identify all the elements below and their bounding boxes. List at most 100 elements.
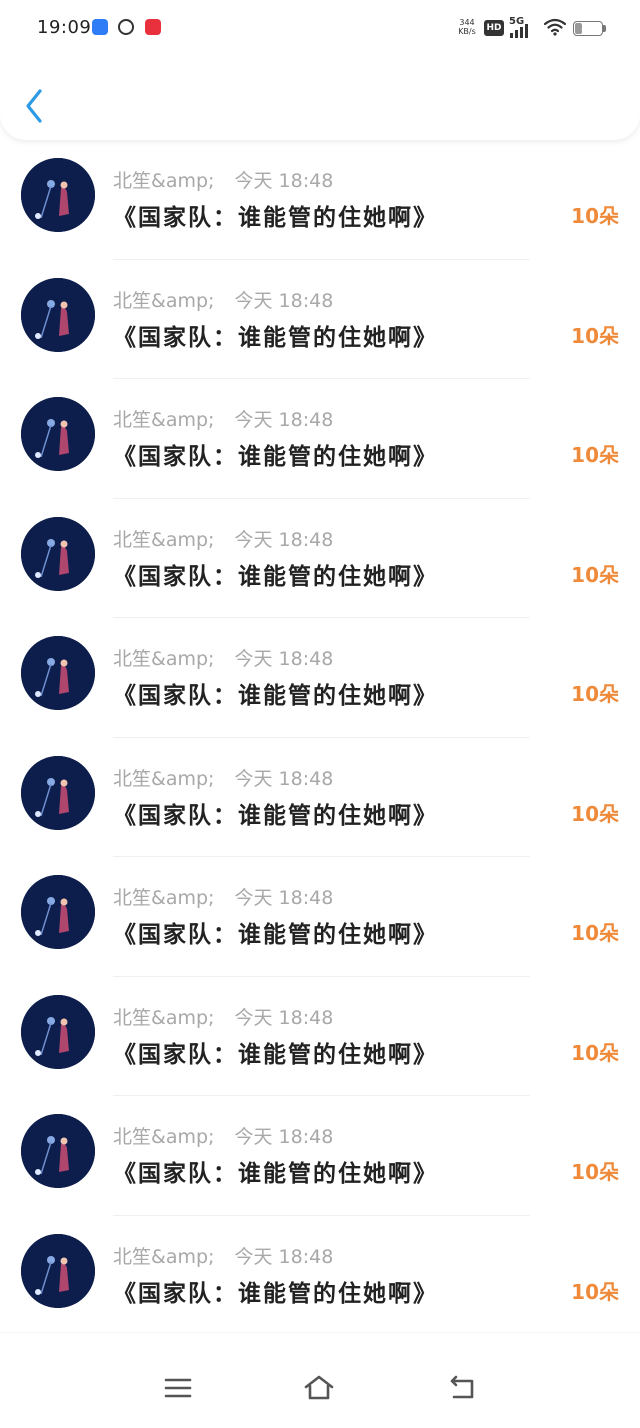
back-icon [450,1375,474,1399]
avatar-image [21,1233,95,1308]
message-time: 今天 18:48 [234,289,334,312]
avatar-image [21,994,95,1069]
nav-home-button[interactable] [302,1373,336,1403]
flower-count: 10朵 [571,921,619,945]
sender-name: 北笙&amp; [113,409,215,431]
sender-name: 北笙&amp; [113,528,215,551]
message-time: 今天 18:48 [234,528,334,551]
battery-icon: 26 [573,21,603,36]
message-time: 今天 18:48 [234,1126,334,1148]
message-time: 今天 18:48 [234,767,334,790]
battery-level: 26 [581,22,595,33]
flower-count: 10朵 [571,1040,619,1065]
list-item[interactable]: 北笙&amp; 今天 18:48 《国家队：谁能管的住她啊》 10朵 [0,140,640,260]
avatar[interactable] [21,1114,95,1188]
message-meta: 北笙&amp; 今天 18:48 [113,1122,333,1149]
avatar-image [21,277,95,352]
status-bar: 19:09 344 KB/s HD 5G 26 [0,0,640,58]
play-notification-icon [118,19,134,35]
flower-count: 10朵 [571,801,619,826]
message-meta: 北笙&amp; 今天 18:48 [113,286,333,313]
chevron-left-icon [26,89,42,123]
message-title: 《国家队：谁能管的住她啊》 [113,1280,438,1307]
list-item[interactable]: 北笙&amp; 今天 18:48 《国家队：谁能管的住她啊》 10朵 [0,499,640,618]
message-title: 《国家队：谁能管的住她啊》 [113,563,438,590]
list-item[interactable]: 北笙&amp; 今天 18:48 《国家队：谁能管的住她啊》 10朵 [0,977,640,1096]
sender-name: 北笙&amp; [113,1245,215,1268]
network-speed-value: 344 [459,18,475,27]
sender-name: 北笙&amp; [113,648,215,670]
avatar-image [21,158,95,232]
status-time: 19:09 [37,17,92,38]
message-time: 今天 18:48 [234,1245,334,1268]
message-meta: 北笙&amp; 今天 18:48 [113,525,333,552]
list-item[interactable]: 北笙&amp; 今天 18:48 《国家队：谁能管的住她啊》 10朵 [0,260,640,379]
avatar[interactable] [21,277,95,352]
sender-name: 北笙&amp; [113,289,215,312]
message-title: 《国家队：谁能管的住她啊》 [113,1041,438,1068]
network-speed-unit: KB/s [458,27,476,36]
avatar[interactable] [21,516,95,591]
flower-count: 10朵 [571,443,619,467]
flower-count: 10朵 [571,1279,619,1304]
message-list: 北笙&amp; 今天 18:48 《国家队：谁能管的住她啊》 10朵 北笙&am… [0,140,640,1335]
message-title: 《国家队：谁能管的住她啊》 [113,1161,438,1187]
list-item[interactable]: 北笙&amp; 今天 18:48 《国家队：谁能管的住她啊》 10朵 [0,857,640,977]
sender-name: 北笙&amp; [113,1126,215,1148]
avatar[interactable] [21,636,95,710]
message-time: 今天 18:48 [234,648,334,670]
avatar-image [21,1114,95,1188]
list-item[interactable]: 北笙&amp; 今天 18:48 《国家队：谁能管的住她啊》 10朵 [0,738,640,857]
sender-name: 北笙&amp; [113,767,215,790]
message-meta: 北笙&amp; 今天 18:48 [113,644,333,671]
message-time: 今天 18:48 [234,887,334,909]
avatar-image [21,875,95,949]
top-header: 19:09 344 KB/s HD 5G 26 [0,0,640,140]
list-item[interactable]: 北笙&amp; 今天 18:48 《国家队：谁能管的住她啊》 10朵 [0,1216,640,1335]
wifi-icon [544,18,566,36]
message-title: 《国家队：谁能管的住她啊》 [113,802,438,829]
message-title: 《国家队：谁能管的住她啊》 [113,922,438,948]
flower-count: 10朵 [571,562,619,587]
avatar-image [21,755,95,830]
avatar[interactable] [21,397,95,471]
sender-name: 北笙&amp; [113,887,215,909]
nav-back-button[interactable] [446,1373,480,1403]
message-time: 今天 18:48 [234,409,334,431]
network-speed: 344 KB/s [455,18,479,36]
avatar[interactable] [21,158,95,232]
cellular-signal-icon: 5G [509,16,537,38]
avatar[interactable] [21,755,95,830]
message-meta: 北笙&amp; 今天 18:48 [113,1003,333,1030]
shopping-notification-icon [145,19,161,35]
sender-name: 北笙&amp; [113,170,215,192]
network-type-label: 5G [509,16,525,27]
avatar-image [21,397,95,471]
battery-cap [603,25,606,32]
message-meta: 北笙&amp; 今天 18:48 [113,405,333,432]
message-meta: 北笙&amp; 今天 18:48 [113,1242,333,1269]
message-time: 今天 18:48 [234,170,334,192]
avatar-image [21,636,95,710]
message-title: 《国家队：谁能管的住她啊》 [113,205,438,231]
avatar[interactable] [21,994,95,1069]
flower-count: 10朵 [571,204,619,228]
hd-badge: HD [484,20,504,36]
message-meta: 北笙&amp; 今天 18:48 [113,764,333,791]
list-item[interactable]: 北笙&amp; 今天 18:48 《国家队：谁能管的住她啊》 10朵 [0,1096,640,1216]
message-meta: 北笙&amp; 今天 18:48 [113,883,333,910]
avatar[interactable] [21,1233,95,1308]
nav-menu-button[interactable] [161,1373,195,1403]
message-title: 《国家队：谁能管的住她啊》 [113,324,438,351]
menu-icon [164,1378,192,1398]
message-time: 今天 18:48 [234,1006,334,1029]
list-item[interactable]: 北笙&amp; 今天 18:48 《国家队：谁能管的住她啊》 10朵 [0,618,640,738]
flower-count: 10朵 [571,1160,619,1184]
list-item[interactable]: 北笙&amp; 今天 18:48 《国家队：谁能管的住她啊》 10朵 [0,379,640,499]
avatar-image [21,516,95,591]
back-button[interactable] [18,86,50,126]
system-nav-bar [0,1332,640,1428]
flower-count: 10朵 [571,323,619,348]
avatar[interactable] [21,875,95,949]
message-title: 《国家队：谁能管的住她啊》 [113,683,438,709]
